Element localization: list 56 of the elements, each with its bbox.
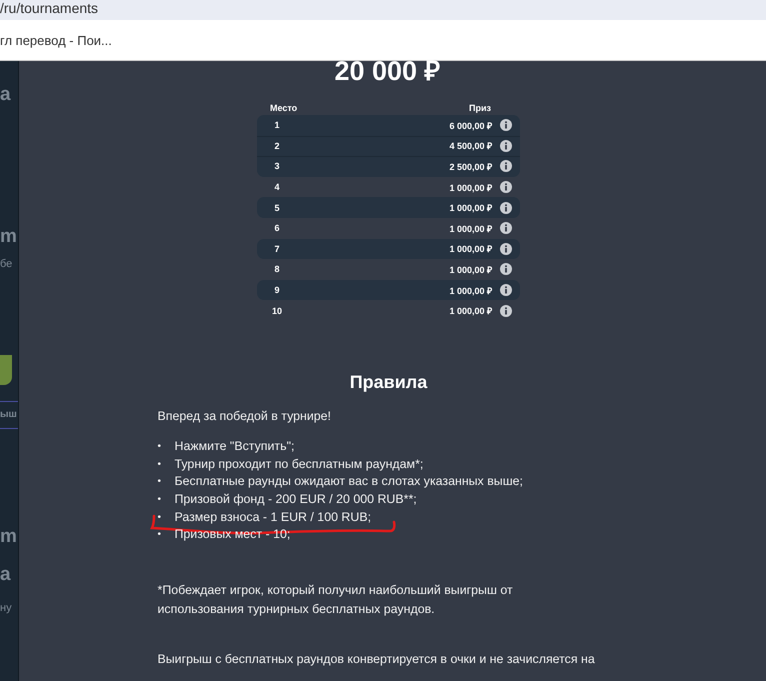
info-icon[interactable] [500,242,512,255]
bullet: • [158,510,162,525]
info-icon[interactable] [500,263,512,276]
info-icon[interactable] [500,222,512,234]
background-text: a [0,563,11,587]
background-text: ну [0,601,12,615]
rules-paragraph: Выигрыш с бесплатных раундов конвертируется в очки и не зачисляется на [158,650,596,668]
prize-cell-text: 1 000,00 ₽ [448,264,492,276]
rule-item: Призовой фонд - 200 EUR / 20 000 RUB**; [174,492,417,508]
info-icon[interactable] [500,284,512,296]
bullet: • [158,458,162,472]
info-icon[interactable] [500,140,512,152]
bullet: • [158,528,162,542]
rule-item: Нажмите "Вступить"; [174,439,294,454]
prize-cell-text: 1 000,00 ₽ [448,222,492,235]
place-cell-text: 4 [273,182,280,192]
info-icon[interactable] [500,160,512,172]
prize-cell-text: 1 000,00 ₽ [448,182,492,194]
background-text: a [0,83,11,107]
bullet: • [158,493,162,508]
rule-item: Турнир проходит по бесплатным раундам*; [174,456,424,472]
prize-cell-text: 1 000,00 ₽ [448,305,492,318]
info-icon[interactable] [500,304,512,317]
prize-cell-text: 1 000,00 ₽ [448,284,492,297]
rules-intro: Вперед за победой в турнире! [158,408,332,425]
rule-item: Бесплатные раунды ожидают вас в слотах указанных выше; [174,474,523,490]
prize-cell-text: 1 000,00 ₽ [448,202,492,214]
rule-item: Размер взноса - 1 EUR / 100 RUB; [174,510,372,525]
place-cell-text: 8 [273,264,280,274]
address-text[interactable]: /ru/tournaments [0,0,98,17]
place-cell-text: 9 [273,285,280,296]
place-cell-text: 5 [273,202,280,213]
bullet: • [158,475,162,490]
column-header: Приз [469,103,491,113]
background-text: бе [0,257,12,271]
place-cell-text: 6 [273,223,280,234]
background-text: m [0,225,17,249]
column-header: Место [270,103,298,113]
place-cell-text: 10 [270,306,283,316]
prize-cell-text: 2 500,00 ₽ [448,160,492,173]
prize-cell-text: 4 500,00 ₽ [448,140,492,152]
prize-cell-text: 1 000,00 ₽ [448,243,492,256]
info-icon[interactable] [500,202,512,214]
prize-pool-amount: 20 000 ₽ [334,55,441,87]
bookmark-link[interactable]: гл перевод - Пои... [0,32,112,48]
bullet: • [158,440,162,454]
place-cell-text: 1 [273,120,280,130]
footnote-text: *Побеждает игрок, который получил наибольший выигрыш от использования турнирных бесплатных раундов. [158,582,514,618]
info-icon[interactable] [500,119,512,132]
place-cell-text: 2 [273,140,280,151]
rules-heading: Правила [350,370,428,393]
background-text: m [0,525,17,549]
place-cell-text: 3 [273,161,280,172]
prize-cell-text: 6 000,00 ₽ [448,120,492,132]
info-icon[interactable] [500,181,512,194]
place-cell-text: 7 [273,244,280,254]
